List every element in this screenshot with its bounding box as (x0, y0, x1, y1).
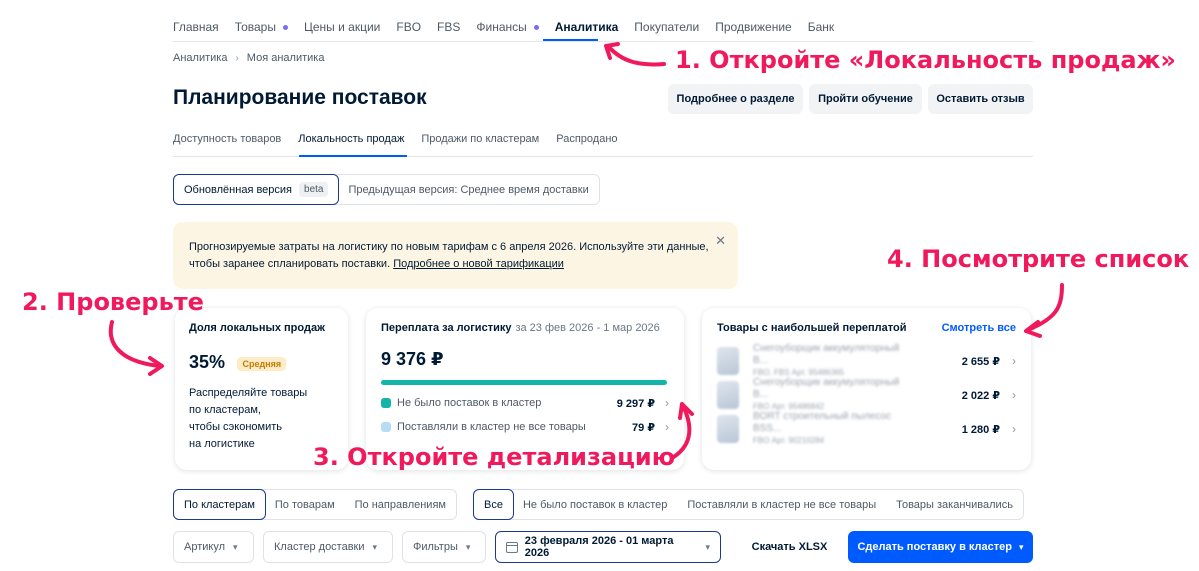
arrow-1 (606, 44, 666, 67)
annotation-1: 1. Откройте «Локальность продаж» (675, 46, 1176, 74)
annotation-4: 4. Посмотрите список (887, 245, 1190, 273)
annotation-arrows (108, 42, 1064, 460)
annotation-2: 2. Проверьте (22, 288, 204, 316)
annotation-3: 3. Откройте детализацию (313, 443, 676, 471)
